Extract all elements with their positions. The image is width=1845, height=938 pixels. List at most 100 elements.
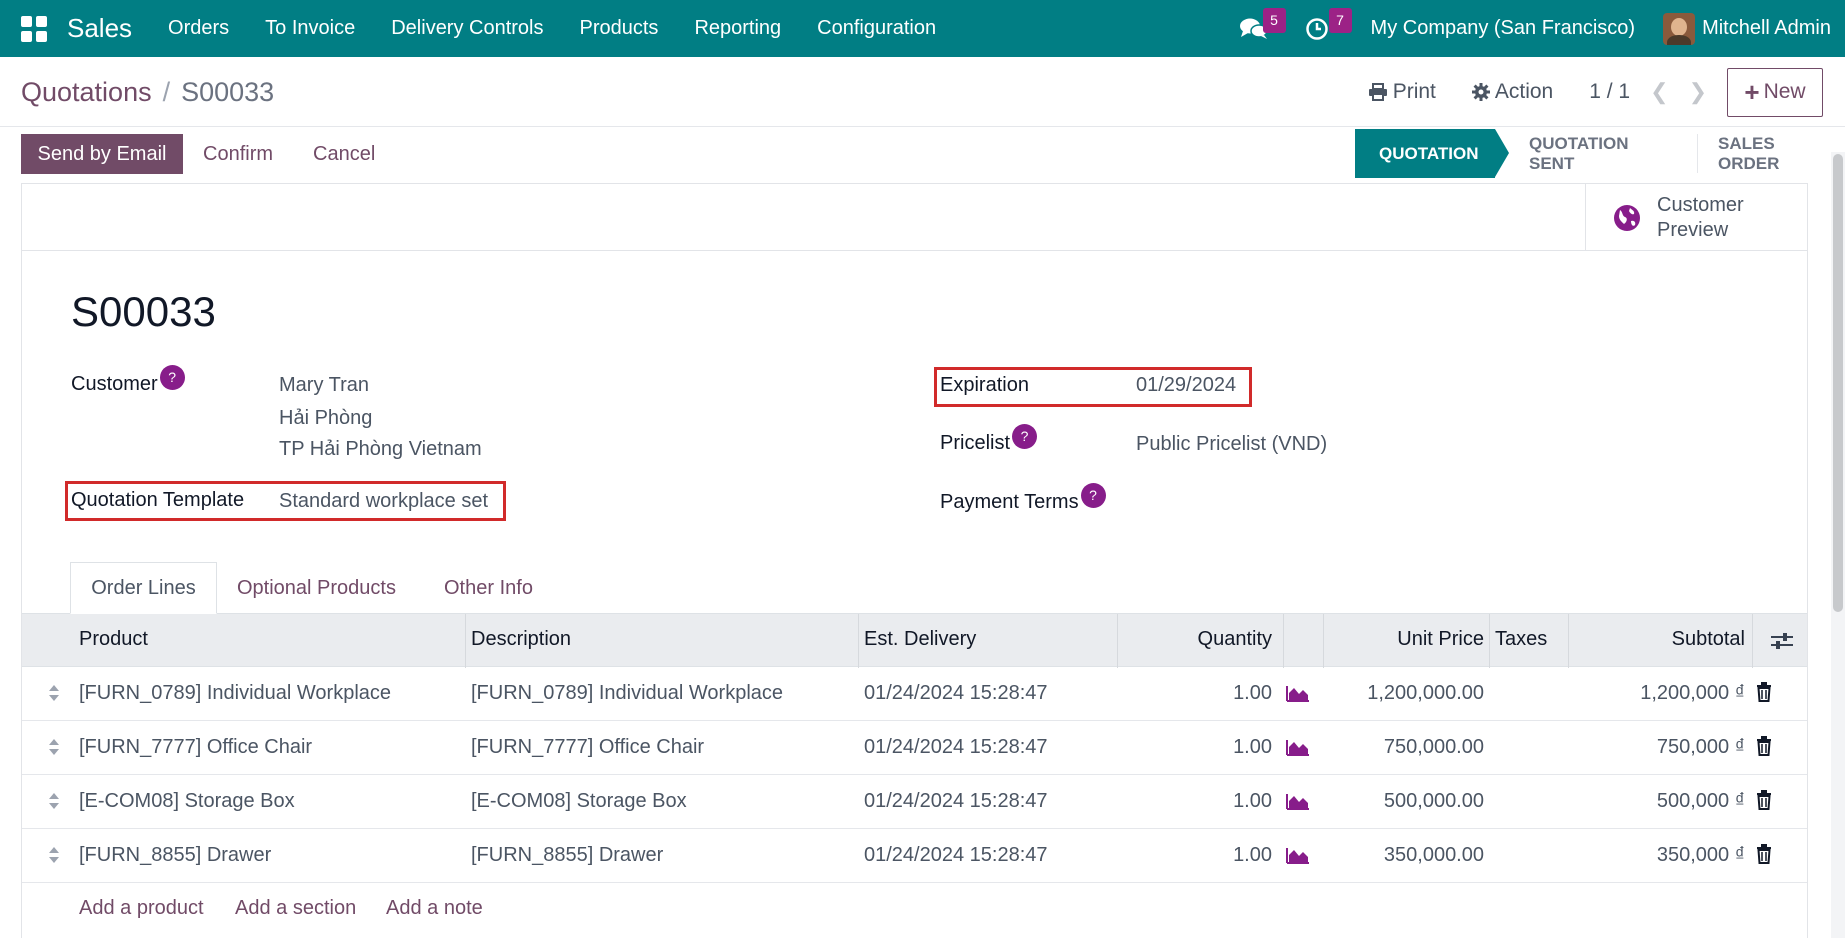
expiration-label: Expiration bbox=[940, 374, 1029, 396]
trash-icon[interactable] bbox=[1756, 790, 1772, 810]
cell-subtotal: 350,000 ₫ bbox=[1656, 844, 1745, 866]
tab-other-info[interactable]: Other Info bbox=[444, 562, 533, 614]
trash-icon[interactable] bbox=[1756, 736, 1772, 756]
cell-product[interactable]: [E-COM08] Storage Box bbox=[79, 790, 295, 813]
header-description[interactable]: Description bbox=[471, 628, 571, 651]
cell-product[interactable]: [FURN_0789] Individual Workplace bbox=[79, 682, 391, 705]
gear-icon bbox=[1471, 83, 1490, 101]
cell-quantity[interactable]: 1.00 bbox=[1233, 844, 1272, 867]
menu-configuration[interactable]: Configuration bbox=[817, 17, 936, 40]
cell-product[interactable]: [FURN_7777] Office Chair bbox=[79, 736, 312, 759]
header-product[interactable]: Product bbox=[79, 628, 148, 651]
expiration-field[interactable]: 01/29/2024 bbox=[1136, 374, 1236, 397]
customer-preview-button[interactable]: Customer Preview bbox=[1585, 184, 1807, 251]
customer-help-icon[interactable]: ? bbox=[159, 365, 185, 390]
new-button[interactable]: + New bbox=[1727, 67, 1823, 117]
menu-reporting[interactable]: Reporting bbox=[694, 17, 781, 40]
pricelist-help-icon[interactable]: ? bbox=[1012, 424, 1038, 449]
app-brand[interactable]: Sales bbox=[67, 13, 132, 44]
pager-value[interactable]: 1 / 1 bbox=[1589, 80, 1630, 104]
user-avatar[interactable] bbox=[1663, 12, 1696, 45]
table-row[interactable]: [FURN_7777] Office Chair [FURN_7777] Off… bbox=[22, 721, 1807, 775]
breadcrumb: Quotations / S00033 bbox=[21, 77, 274, 108]
menu-delivery-controls[interactable]: Delivery Controls bbox=[391, 17, 543, 40]
drag-handle-icon[interactable] bbox=[48, 683, 60, 703]
cell-est-delivery[interactable]: 01/24/2024 15:28:47 bbox=[864, 844, 1048, 867]
trash-icon[interactable] bbox=[1756, 844, 1772, 864]
trash-icon[interactable] bbox=[1756, 682, 1772, 702]
forecast-chart-icon[interactable] bbox=[1286, 792, 1310, 810]
action-button[interactable]: Action bbox=[1471, 80, 1553, 104]
table-row[interactable]: [FURN_8855] Drawer [FURN_8855] Drawer 01… bbox=[22, 829, 1807, 883]
send-by-email-button[interactable]: Send by Email bbox=[21, 134, 183, 174]
drag-handle-icon[interactable] bbox=[48, 791, 60, 811]
form-statusbar: Send by Email Confirm Cancel QUOTATION Q… bbox=[0, 127, 1845, 182]
pager-next-icon[interactable]: ❯ bbox=[1689, 79, 1707, 105]
cell-quantity[interactable]: 1.00 bbox=[1233, 682, 1272, 705]
cell-quantity[interactable]: 1.00 bbox=[1233, 790, 1272, 813]
optional-columns-icon[interactable] bbox=[1771, 631, 1793, 651]
customer-state-country: TP Hải Phòng Vietnam bbox=[279, 438, 482, 460]
cell-est-delivery[interactable]: 01/24/2024 15:28:47 bbox=[864, 790, 1048, 813]
cell-est-delivery[interactable]: 01/24/2024 15:28:47 bbox=[864, 682, 1048, 705]
cell-quantity[interactable]: 1.00 bbox=[1233, 736, 1272, 759]
user-menu[interactable]: Mitchell Admin bbox=[1702, 17, 1831, 40]
header-unit-price[interactable]: Unit Price bbox=[1397, 628, 1484, 651]
cell-unit-price[interactable]: 1,200,000.00 bbox=[1367, 682, 1484, 705]
activities-systray[interactable]: 7 bbox=[1305, 7, 1352, 44]
table-header: Product Description Est. Delivery Quanti… bbox=[22, 613, 1807, 668]
pager-previous-icon[interactable]: ❮ bbox=[1650, 79, 1668, 105]
menu-products[interactable]: Products bbox=[580, 17, 659, 40]
forecast-chart-icon[interactable] bbox=[1286, 738, 1310, 756]
breadcrumb-quotations[interactable]: Quotations bbox=[21, 77, 152, 108]
tab-order-lines[interactable]: Order Lines bbox=[70, 562, 217, 614]
quotation-template-field[interactable]: Standard workplace set bbox=[279, 490, 488, 513]
menu-to-invoice[interactable]: To Invoice bbox=[265, 17, 355, 40]
print-button[interactable]: Print bbox=[1368, 80, 1436, 104]
header-quantity[interactable]: Quantity bbox=[1198, 628, 1272, 651]
apps-menu-icon[interactable] bbox=[21, 15, 47, 42]
page-scrollbar[interactable] bbox=[1831, 152, 1845, 938]
menu-orders[interactable]: Orders bbox=[168, 17, 229, 40]
cell-description[interactable]: [FURN_7777] Office Chair bbox=[471, 736, 704, 759]
cancel-button[interactable]: Cancel bbox=[313, 143, 375, 166]
add-section-link[interactable]: Add a section bbox=[235, 897, 356, 920]
add-line-row: Add a product Add a section Add a note bbox=[22, 883, 1807, 933]
confirm-button[interactable]: Confirm bbox=[203, 143, 273, 166]
cell-description[interactable]: [FURN_0789] Individual Workplace bbox=[471, 682, 783, 705]
cell-product[interactable]: [FURN_8855] Drawer bbox=[79, 844, 271, 867]
globe-icon bbox=[1614, 204, 1640, 231]
cell-unit-price[interactable]: 750,000.00 bbox=[1384, 736, 1484, 759]
add-product-link[interactable]: Add a product bbox=[79, 897, 204, 920]
top-navbar: Sales Orders To Invoice Delivery Control… bbox=[0, 0, 1845, 57]
stage-sales-order[interactable]: SALES ORDER bbox=[1694, 129, 1845, 178]
pricelist-field[interactable]: Public Pricelist (VND) bbox=[1136, 433, 1327, 456]
add-note-link[interactable]: Add a note bbox=[386, 897, 483, 920]
breadcrumb-separator: / bbox=[162, 77, 171, 107]
stage-pipeline: QUOTATION QUOTATION SENT SALES ORDER bbox=[1355, 129, 1845, 178]
cell-subtotal: 1,200,000 ₫ bbox=[1640, 682, 1745, 704]
stage-quotation[interactable]: QUOTATION bbox=[1355, 129, 1509, 178]
forecast-chart-icon[interactable] bbox=[1286, 684, 1310, 702]
cell-subtotal: 500,000 ₫ bbox=[1656, 790, 1745, 812]
company-switcher[interactable]: My Company (San Francisco) bbox=[1371, 17, 1636, 40]
header-taxes[interactable]: Taxes bbox=[1495, 628, 1547, 651]
messages-systray[interactable]: 5 bbox=[1239, 7, 1286, 44]
drag-handle-icon[interactable] bbox=[48, 737, 60, 757]
cell-unit-price[interactable]: 500,000.00 bbox=[1384, 790, 1484, 813]
forecast-chart-icon[interactable] bbox=[1286, 846, 1310, 864]
customer-name[interactable]: Mary Tran bbox=[279, 374, 369, 397]
table-row[interactable]: [FURN_0789] Individual Workplace [FURN_0… bbox=[22, 667, 1807, 721]
cell-description[interactable]: [FURN_8855] Drawer bbox=[471, 844, 663, 867]
table-row[interactable]: [E-COM08] Storage Box [E-COM08] Storage … bbox=[22, 775, 1807, 829]
tab-optional-products[interactable]: Optional Products bbox=[237, 562, 396, 614]
drag-handle-icon[interactable] bbox=[48, 845, 60, 865]
payment-terms-help-icon[interactable]: ? bbox=[1080, 483, 1106, 508]
header-est-delivery[interactable]: Est. Delivery bbox=[864, 628, 976, 651]
cell-unit-price[interactable]: 350,000.00 bbox=[1384, 844, 1484, 867]
cell-description[interactable]: [E-COM08] Storage Box bbox=[471, 790, 687, 813]
header-subtotal[interactable]: Subtotal bbox=[1672, 628, 1745, 651]
cell-est-delivery[interactable]: 01/24/2024 15:28:47 bbox=[864, 736, 1048, 759]
customer-label-text: Customer bbox=[71, 373, 158, 395]
stage-quotation-sent[interactable]: QUOTATION SENT bbox=[1495, 129, 1698, 178]
